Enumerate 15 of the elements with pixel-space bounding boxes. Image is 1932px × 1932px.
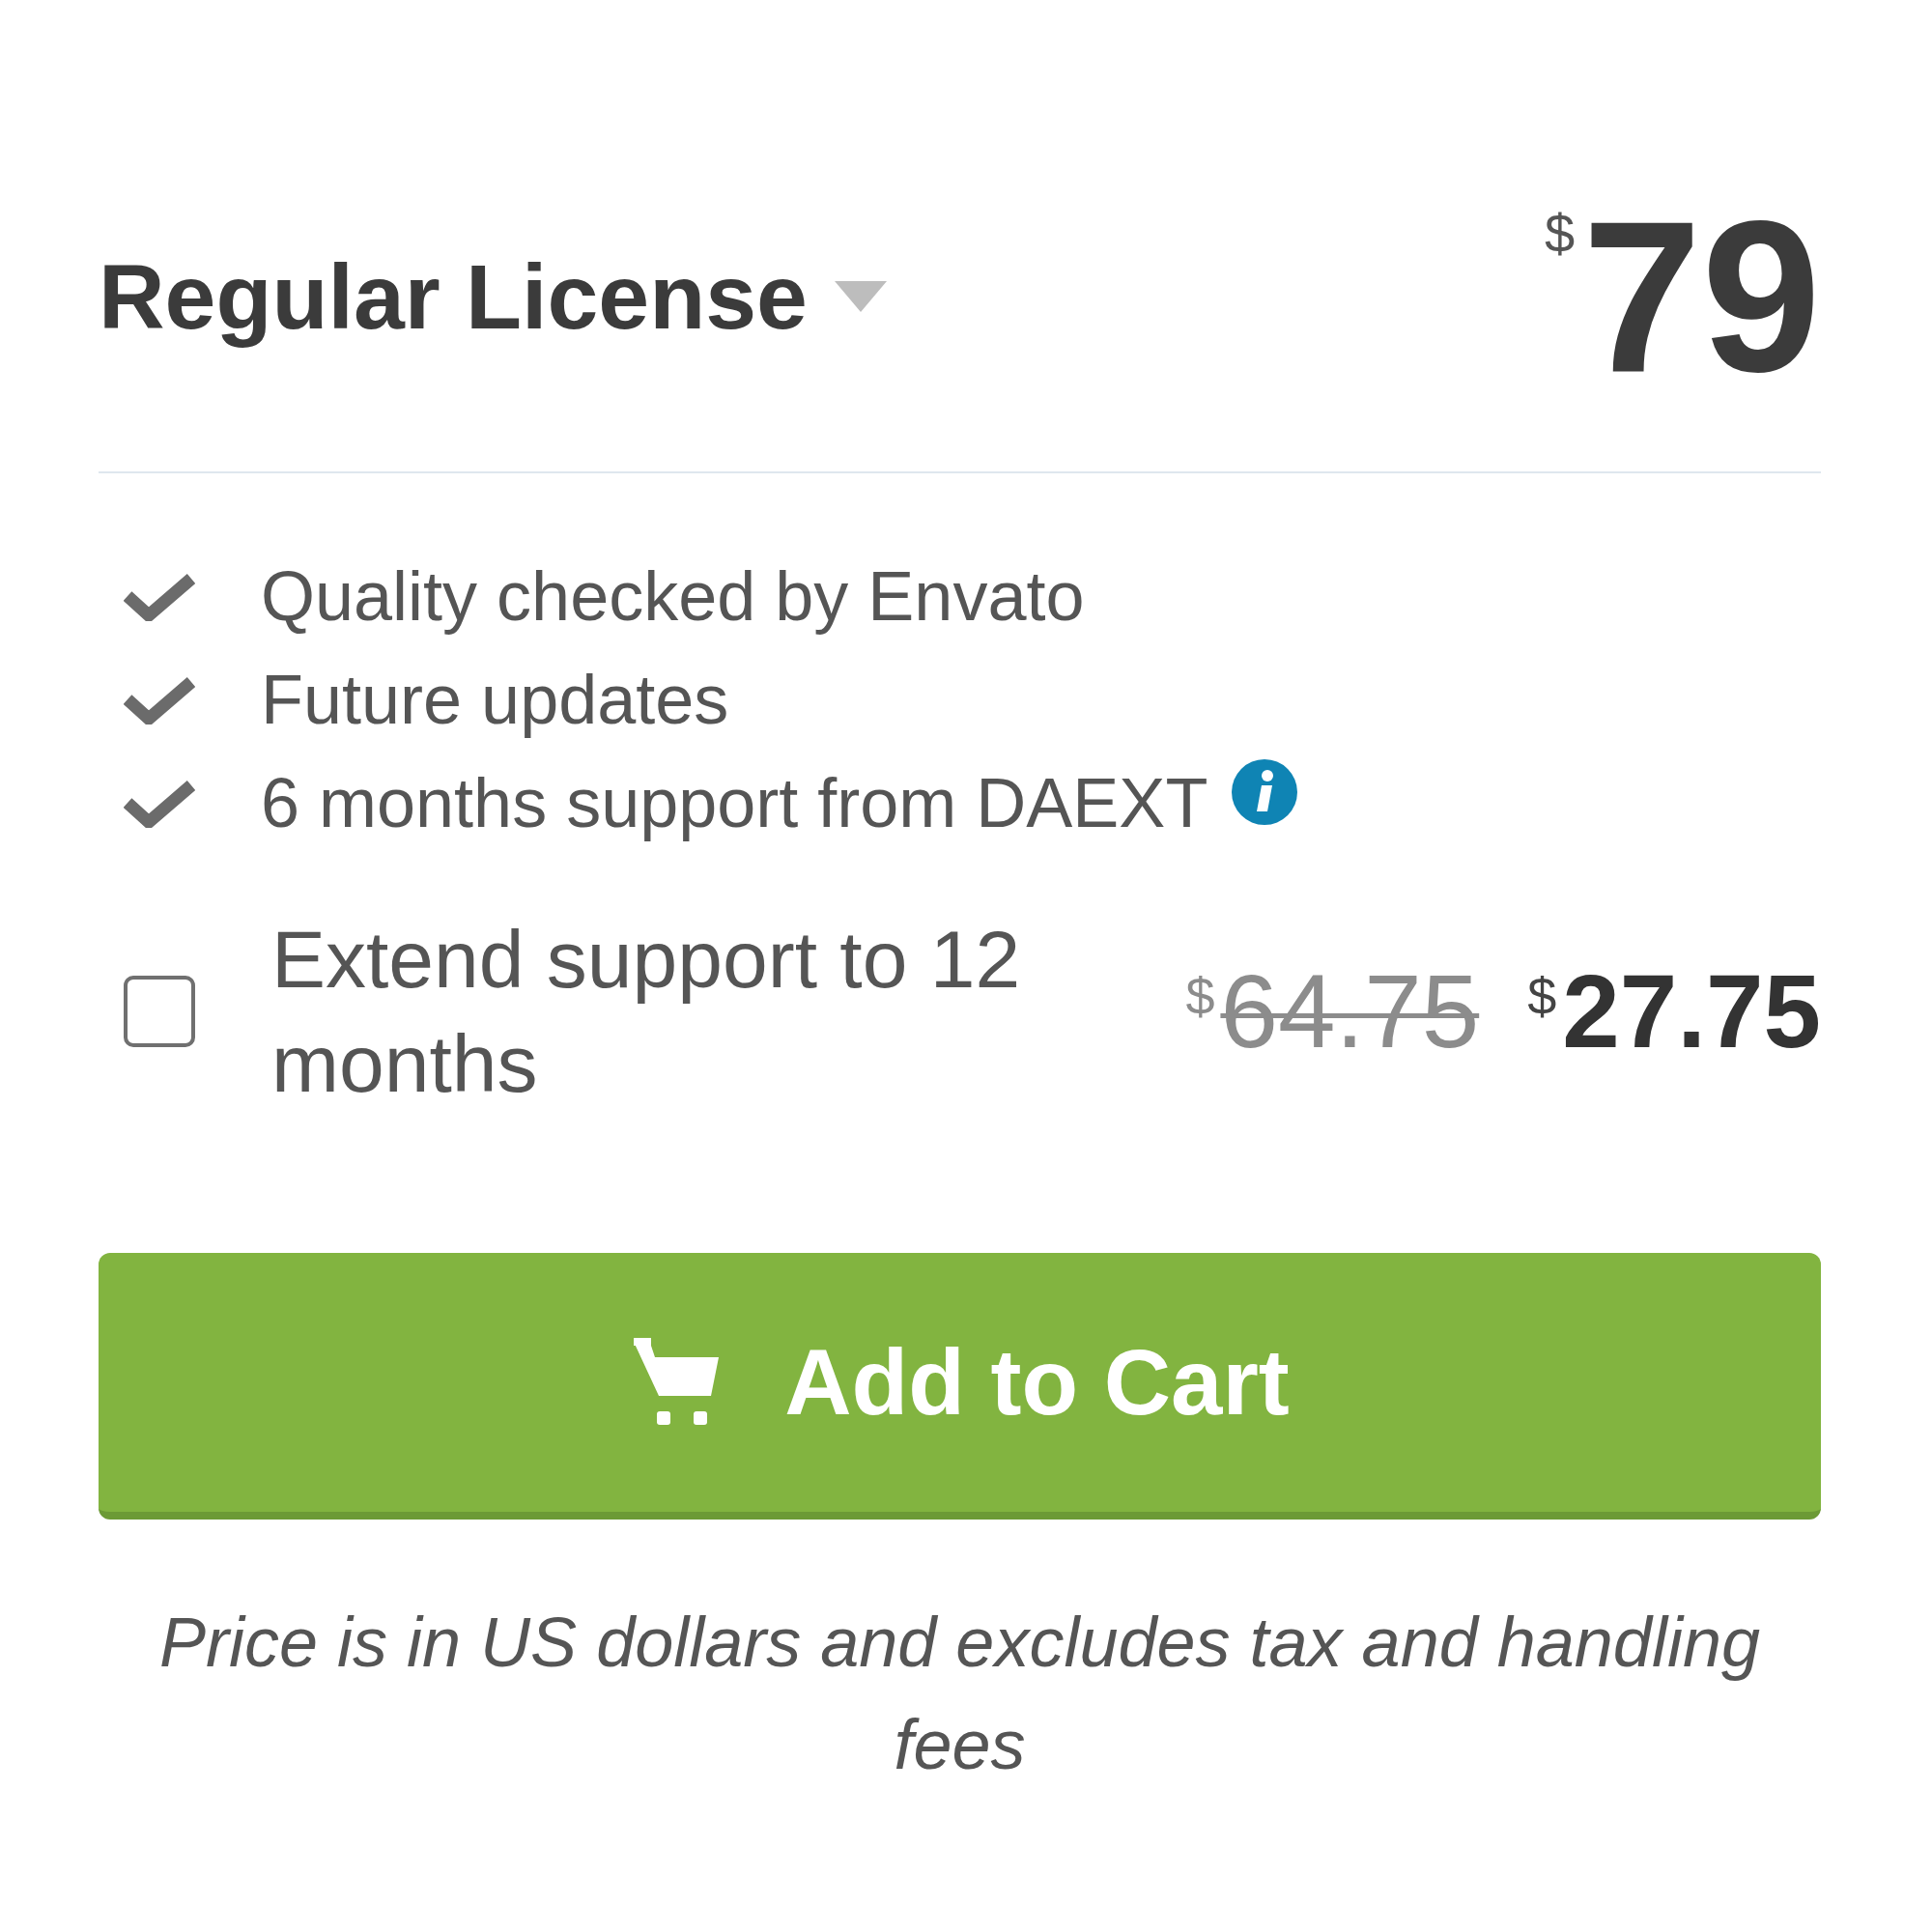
caret-icon xyxy=(834,281,887,312)
feature-text: 6 months support from DAEXT xyxy=(261,763,1208,843)
check-icon xyxy=(124,675,195,724)
license-dropdown[interactable]: Regular License xyxy=(99,242,887,352)
extend-support-label: Extend support to 12 months xyxy=(271,913,1022,1111)
discounted-price: $27.75 xyxy=(1527,959,1821,1064)
feature-text: Future updates xyxy=(261,660,729,740)
info-icon[interactable] xyxy=(1232,759,1298,825)
check-icon xyxy=(124,572,195,621)
checkbox[interactable] xyxy=(124,976,195,1047)
old-price: $64.75 xyxy=(1185,959,1480,1064)
price: $79 xyxy=(1544,189,1821,404)
feature-text: Quality checked by Envato xyxy=(261,556,1085,637)
check-icon xyxy=(124,779,195,828)
price-note: Price is in US dollars and excludes tax and handling fees xyxy=(158,1603,1761,1785)
